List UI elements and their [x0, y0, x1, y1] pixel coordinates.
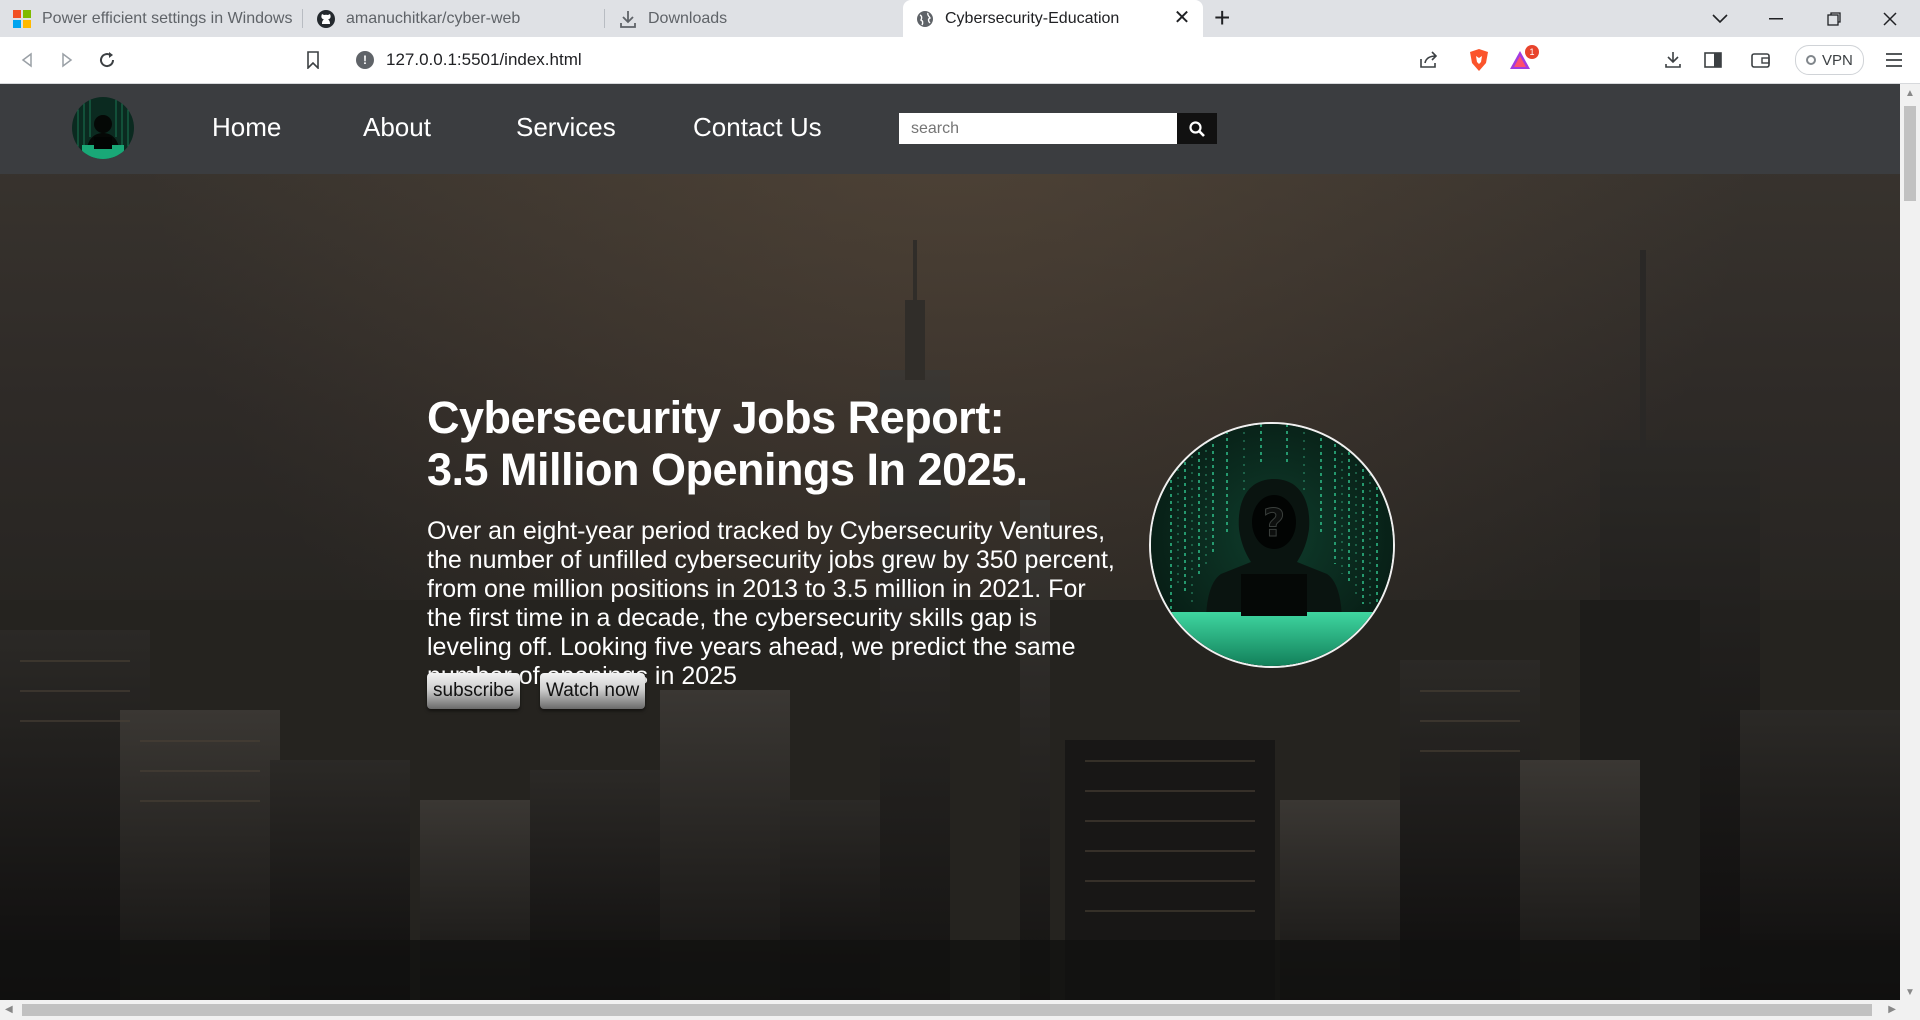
horizontal-scrollbar[interactable]: ◀ ▶: [0, 1000, 1920, 1020]
search-icon: [1189, 120, 1205, 137]
sidebar-toggle-icon[interactable]: [1698, 45, 1728, 75]
scroll-left-arrow-icon[interactable]: ◀: [5, 1004, 13, 1015]
windows-logo-icon: [12, 9, 32, 29]
vertical-scroll-thumb[interactable]: [1904, 106, 1916, 201]
svg-text:?: ?: [1263, 501, 1285, 545]
share-icon[interactable]: [1414, 45, 1444, 75]
tab-title: Power efficient settings in Windows 11: [42, 9, 297, 27]
vpn-label: VPN: [1822, 51, 1853, 69]
tab-cybersecurity-education[interactable]: Cybersecurity-Education ✕: [903, 0, 1203, 37]
watch-now-button[interactable]: Watch now: [540, 673, 646, 709]
hooded-hacker-image: ?: [1149, 422, 1395, 668]
restore-button[interactable]: [1806, 0, 1862, 37]
download-icon: [618, 9, 638, 29]
globe-icon: [915, 9, 935, 29]
back-button[interactable]: [12, 45, 42, 75]
tab-title: Downloads: [648, 9, 728, 27]
vpn-status-icon: [1806, 55, 1816, 65]
menu-icon[interactable]: [1879, 45, 1909, 75]
bookmark-icon[interactable]: [298, 45, 328, 75]
tab-title: amanuchitkar/cyber-web: [346, 9, 521, 27]
site-info-icon[interactable]: !: [356, 51, 374, 69]
site-logo[interactable]: [72, 97, 134, 159]
close-window-button[interactable]: [1862, 0, 1918, 37]
site-navbar: Home About Services Contact Us: [0, 84, 1900, 174]
tab-power-settings[interactable]: Power efficient settings in Windows 11: [0, 0, 300, 37]
minimize-button[interactable]: [1748, 0, 1804, 37]
scroll-down-arrow-icon[interactable]: ▼: [1905, 987, 1915, 998]
tab-title: Cybersecurity-Education: [945, 9, 1120, 27]
nav-link-contact-us[interactable]: Contact Us: [693, 112, 822, 143]
wallet-icon[interactable]: [1746, 45, 1776, 75]
tab-downloads[interactable]: Downloads: [606, 0, 902, 37]
tab-bar: Power efficient settings in Windows 11 a…: [0, 0, 1920, 37]
vertical-scrollbar[interactable]: ▲ ▼: [1900, 84, 1920, 1000]
close-tab-icon[interactable]: ✕: [1171, 7, 1193, 29]
downloads-icon[interactable]: [1658, 45, 1688, 75]
new-tab-button[interactable]: +: [1214, 2, 1230, 34]
horizontal-scroll-thumb[interactable]: [22, 1004, 1872, 1016]
forward-button[interactable]: [52, 45, 82, 75]
github-icon: [316, 9, 336, 29]
address-bar[interactable]: ! 127.0.0.1:5501/index.html: [342, 43, 1542, 77]
url-text: 127.0.0.1:5501/index.html: [386, 50, 582, 69]
tab-github[interactable]: amanuchitkar/cyber-web: [304, 0, 604, 37]
reload-button[interactable]: [92, 45, 122, 75]
tab-search-chevron-icon[interactable]: [1692, 0, 1748, 37]
page-viewport: Home About Services Contact Us Cybersecu…: [0, 84, 1900, 1000]
scroll-right-arrow-icon[interactable]: ▶: [1888, 1004, 1896, 1015]
tab-separator: [604, 9, 605, 28]
vpn-button[interactable]: VPN: [1795, 45, 1864, 75]
search-input[interactable]: [899, 113, 1177, 144]
brave-shields-icon[interactable]: [1464, 45, 1494, 75]
notification-badge: 1: [1525, 45, 1539, 59]
scroll-up-arrow-icon[interactable]: ▲: [1905, 88, 1915, 99]
nav-link-about[interactable]: About: [363, 112, 431, 143]
brave-rewards-icon[interactable]: 1: [1507, 45, 1539, 75]
nav-link-home[interactable]: Home: [212, 112, 281, 143]
search-button[interactable]: [1177, 113, 1217, 144]
subscribe-button[interactable]: subscribe: [427, 673, 521, 709]
browser-toolbar: ! 127.0.0.1:5501/index.html 1 VPN: [0, 37, 1920, 84]
hero-title: Cybersecurity Jobs Report: 3.5 Million O…: [427, 392, 1028, 495]
nav-link-services[interactable]: Services: [516, 112, 616, 143]
hero-text: Over an eight-year period tracked by Cyb…: [427, 517, 1115, 690]
tab-separator: [302, 9, 303, 28]
